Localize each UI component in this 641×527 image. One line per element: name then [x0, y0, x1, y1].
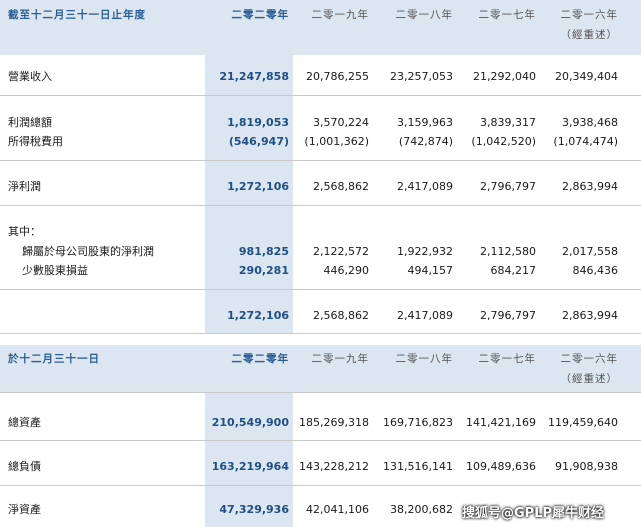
row-value: 1,272,106 [227, 309, 289, 322]
row-value: 494,157 [407, 264, 454, 277]
section1-header-label: 截至十二月三十一日止年度 [8, 9, 146, 21]
row-value: 131,516,141 [383, 460, 453, 473]
current-year-highlight-2 [205, 345, 293, 527]
row-label: 少數股東損益 [22, 264, 88, 277]
row-value: 38,200,682 [390, 503, 453, 516]
row-label: 所得稅費用 [8, 135, 63, 148]
section2-year-2016: 二零一六年 [560, 353, 618, 365]
row-value: 981,825 [238, 245, 289, 258]
row-value: 3,570,224 [313, 116, 369, 129]
row-label: 總負債 [8, 460, 41, 473]
row-value: 23,257,053 [390, 70, 453, 83]
divider [0, 205, 641, 206]
watermark-text: 搜狐号@GPLP犀牛财经 [462, 506, 605, 521]
row-label: 其中： [8, 225, 41, 238]
financial-summary-page: 截至十二月三十一日止年度 二零二零年 二零一九年 二零一八年 二零一七年 二零一… [0, 0, 641, 527]
current-year-highlight-1 [205, 0, 293, 333]
row-value: 2,568,862 [313, 309, 369, 322]
section1-year-2016: 二零一六年 [560, 9, 618, 21]
row-value: 1,272,106 [227, 180, 289, 193]
row-value: 2,796,797 [480, 180, 536, 193]
row-value: 143,228,212 [299, 460, 369, 473]
section1-year-2019: 二零一九年 [311, 9, 369, 21]
row-value: 2,796,797 [480, 309, 536, 322]
row-value: 109,489,636 [466, 460, 536, 473]
row-value: 20,786,255 [306, 70, 369, 83]
row-value: 91,908,938 [555, 460, 618, 473]
row-value: 684,217 [490, 264, 537, 277]
section2-year-2018: 二零一八年 [395, 353, 453, 365]
row-label: 淨利潤 [8, 180, 41, 193]
row-value: 169,716,823 [383, 416, 453, 429]
divider [0, 95, 641, 96]
row-value: 2,122,572 [313, 245, 369, 258]
row-label: 歸屬於母公司股東的淨利潤 [22, 245, 154, 258]
section1-year-2020: 二零二零年 [231, 9, 289, 21]
divider [0, 485, 641, 486]
row-value: 3,839,317 [480, 116, 536, 129]
divider [0, 440, 641, 441]
section1-year-2018: 二零一八年 [395, 9, 453, 21]
row-label: 淨資產 [8, 503, 41, 516]
section2-restated: （經重述） [560, 373, 618, 385]
row-label: 營業收入 [8, 70, 52, 83]
row-value: (1,042,520) [471, 135, 536, 148]
section2-year-2020: 二零二零年 [231, 353, 289, 365]
row-value: 2,417,089 [397, 180, 453, 193]
section2-year-2019: 二零一九年 [311, 353, 369, 365]
row-value: (546,947) [228, 135, 289, 148]
row-value: 846,436 [572, 264, 619, 277]
row-value: (1,001,362) [304, 135, 369, 148]
section2-year-2017: 二零一七年 [478, 353, 536, 365]
row-value: 2,017,558 [562, 245, 618, 258]
row-value: 163,219,964 [211, 460, 289, 473]
row-value: 210,549,900 [211, 416, 289, 429]
divider [0, 160, 641, 161]
section1-restated: （經重述） [560, 29, 618, 41]
row-value: 290,281 [238, 264, 289, 277]
row-value: 119,459,640 [548, 416, 618, 429]
row-value: 1,819,053 [227, 116, 289, 129]
row-value: 2,568,862 [313, 180, 369, 193]
row-value: 42,041,106 [306, 503, 369, 516]
row-value: (1,074,474) [553, 135, 618, 148]
row-value: 2,863,994 [562, 309, 618, 322]
row-value: 141,421,169 [466, 416, 536, 429]
divider [0, 289, 641, 290]
row-label: 總資產 [8, 416, 41, 429]
row-value: 2,112,580 [480, 245, 536, 258]
row-value: 21,292,040 [473, 70, 536, 83]
row-value: 185,269,318 [299, 416, 369, 429]
row-value: 21,247,858 [219, 70, 289, 83]
row-value: 1,922,932 [397, 245, 453, 258]
divider [0, 392, 641, 393]
divider [0, 333, 641, 334]
row-value: 3,159,963 [397, 116, 453, 129]
row-value: 3,938,468 [562, 116, 618, 129]
section1-year-2017: 二零一七年 [478, 9, 536, 21]
row-value: 20,349,404 [555, 70, 618, 83]
row-value: 47,329,936 [219, 503, 289, 516]
row-value: 2,863,994 [562, 180, 618, 193]
row-value: 446,290 [323, 264, 370, 277]
section2-header-label: 於十二月三十一日 [8, 353, 100, 365]
row-value: 2,417,089 [397, 309, 453, 322]
row-label: 利潤總額 [8, 116, 52, 129]
row-value: (742,874) [398, 135, 453, 148]
